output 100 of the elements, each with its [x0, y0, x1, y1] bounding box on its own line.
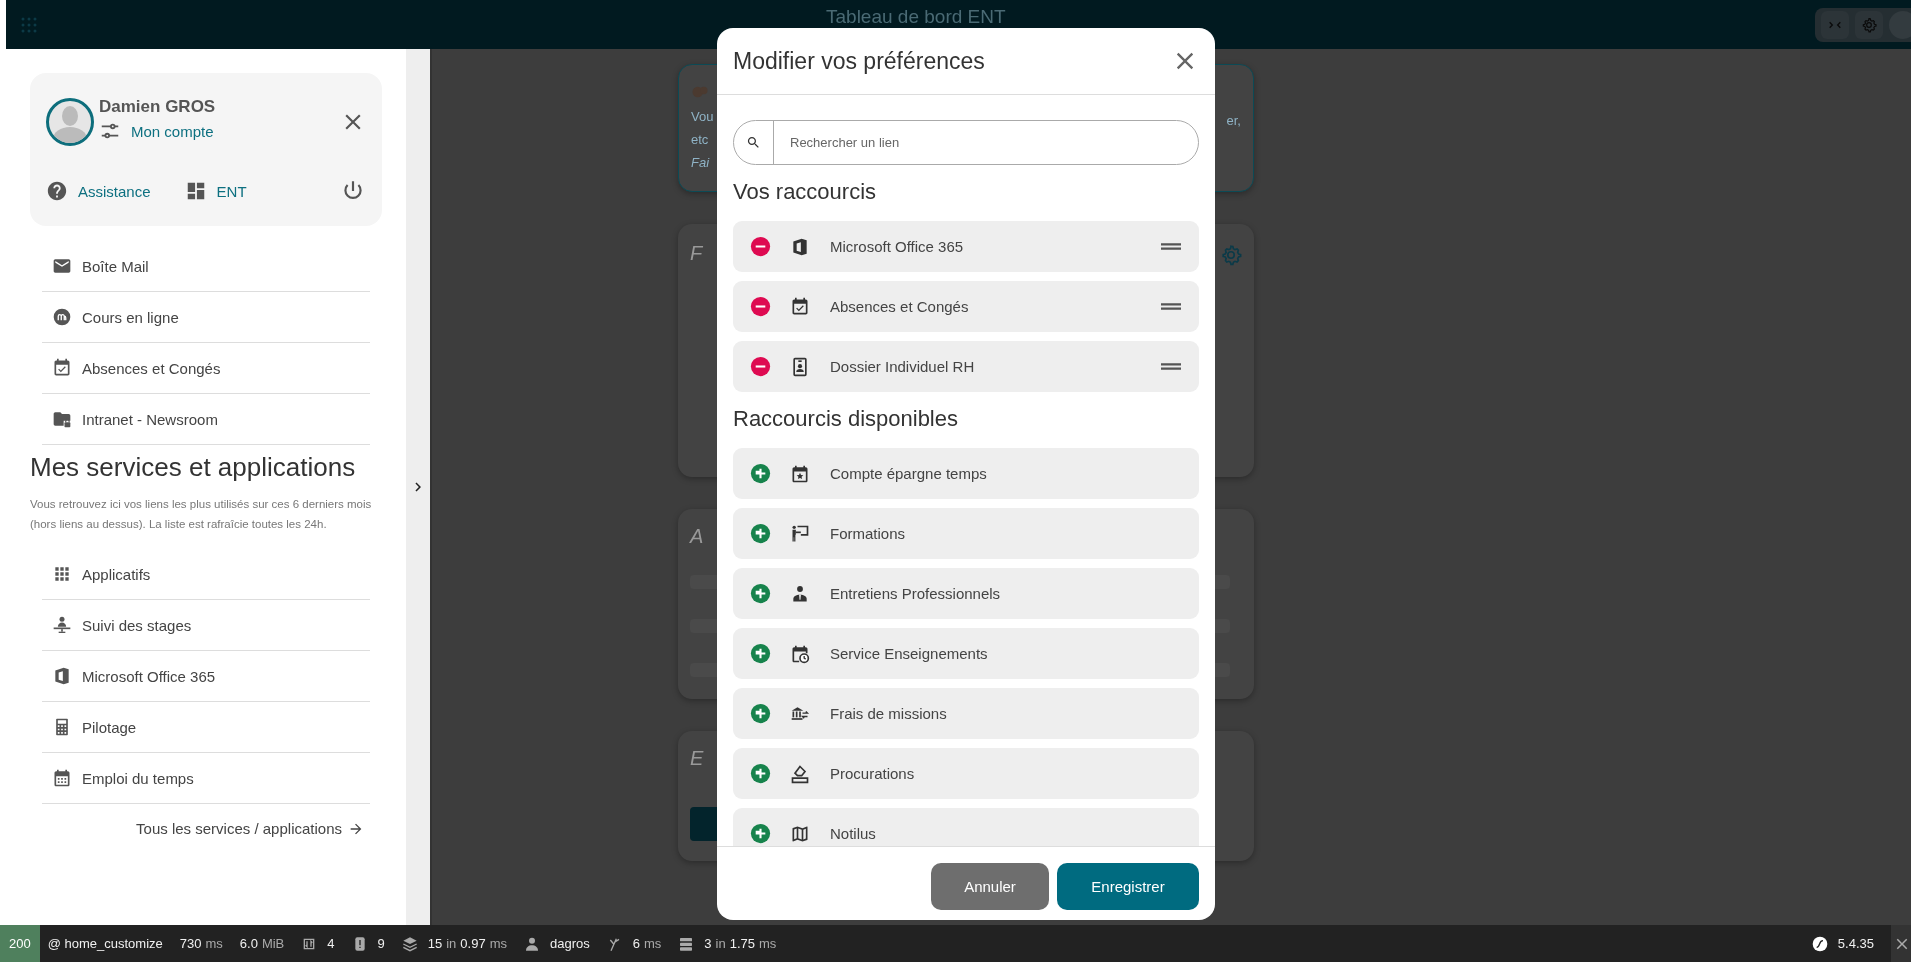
add-icon — [750, 763, 771, 784]
save-button[interactable]: Enregistrer — [1057, 863, 1199, 910]
card-heading: E — [690, 747, 705, 771]
shortcut-label: Procurations — [830, 765, 916, 782]
ballot-icon — [790, 763, 810, 784]
calendar-clock-icon — [790, 643, 810, 664]
remove-icon — [750, 296, 771, 317]
shortcut-label: Entretiens Professionnels — [830, 585, 1002, 602]
drag-handle-icon — [1161, 363, 1181, 370]
panel-icon — [790, 236, 810, 257]
section-heading: Vos raccourcis — [733, 178, 878, 206]
calendar-check-icon — [52, 358, 72, 378]
nav-link[interactable]: Suivi des stages — [42, 600, 370, 651]
add-button[interactable] — [750, 463, 771, 484]
shortcut-label: Compte épargne temps — [830, 465, 988, 482]
text-fragment: Fai — [691, 154, 711, 172]
section-heading: Raccourcis disponibles — [733, 405, 959, 433]
status-value: ms — [489, 936, 507, 951]
user-link[interactable]: ENT — [184, 180, 247, 202]
nav-link[interactable]: Emploi du temps — [42, 753, 370, 804]
m-circle-icon — [52, 307, 72, 327]
shortcut-label: Formations — [830, 525, 907, 542]
status-value: 0.97 — [460, 936, 486, 951]
shortcut-label: Notilus — [830, 825, 877, 842]
add-icon — [750, 523, 771, 544]
card-heading: A — [690, 525, 705, 549]
status-value: ms — [759, 936, 777, 951]
panel-icon — [52, 666, 72, 686]
person-desk-icon — [52, 615, 72, 635]
remove-icon — [750, 356, 771, 377]
status-value: 1.75 — [729, 936, 755, 951]
card-heading: F — [690, 242, 704, 266]
nav-link[interactable]: Microsoft Office 365 — [42, 651, 370, 702]
status-value: MiB — [261, 936, 285, 951]
add-button[interactable] — [750, 583, 771, 604]
remove-button[interactable] — [750, 296, 771, 317]
search-field[interactable]: Rechercher un lien — [733, 120, 1199, 165]
all-services-link[interactable]: Tous les services / applications — [136, 820, 364, 837]
grid-dots-icon — [20, 15, 38, 34]
add-icon — [750, 583, 771, 604]
shortcut-label: Dossier Individuel RH — [830, 358, 976, 375]
calendar-icon — [52, 768, 72, 788]
nav-link[interactable]: Applicatifs — [42, 549, 370, 600]
nav-link[interactable]: Cours en ligne — [42, 292, 370, 343]
status-value: 15 — [427, 936, 443, 951]
layers-icon — [401, 935, 418, 952]
folder-lock-icon — [52, 409, 72, 429]
nav-link[interactable]: Intranet - Newsroom — [42, 394, 370, 445]
add-button[interactable] — [750, 523, 771, 544]
calendar-star-icon — [790, 463, 810, 484]
person-tie-icon — [790, 583, 810, 604]
person-icon — [524, 935, 540, 952]
user-name: Damien GROS — [99, 97, 217, 117]
status-value: 730 — [179, 936, 202, 951]
status-value: ms — [644, 936, 662, 951]
dialog-title: Modifier vos préférences — [733, 47, 985, 75]
user-link[interactable]: Assistance — [46, 180, 151, 202]
remove-button[interactable] — [750, 236, 771, 257]
avatar — [46, 97, 94, 146]
text-fragment: etc — [691, 131, 710, 149]
drag-handle-icon — [1161, 243, 1181, 250]
search-icon — [746, 135, 761, 150]
calendar-check-icon — [790, 296, 810, 317]
shortcut-label: Microsoft Office 365 — [830, 238, 965, 255]
add-icon — [750, 823, 771, 844]
cancel-button[interactable]: Annuler — [931, 863, 1049, 910]
nav-link[interactable]: Pilotage — [42, 702, 370, 753]
shortcut-label: Service Enseignements — [830, 645, 989, 662]
shortcut-label: Frais de missions — [830, 705, 948, 722]
text-fragment: Vou — [691, 108, 714, 126]
remove-button[interactable] — [750, 356, 771, 377]
section-description: Vous retrouvez ici vos liens les plus utilisés sur ces 6 derniers mois (hors liens au dessus). La liste est rafraîcie toutes les 24h. — [30, 497, 373, 532]
version-label: 5.4.35 — [1837, 936, 1874, 951]
page-title: Tableau de bord ENT — [826, 6, 1006, 28]
add-button[interactable] — [750, 643, 771, 664]
envelope-icon — [52, 256, 72, 276]
status-value: in — [715, 936, 726, 951]
close-button[interactable] — [1891, 925, 1911, 962]
status-value: in — [446, 936, 457, 951]
drag-handle-icon — [1161, 303, 1181, 310]
add-icon — [750, 703, 771, 724]
sf-logo-icon — [1811, 935, 1828, 952]
add-icon — [750, 463, 771, 484]
status-value: 6 — [632, 936, 640, 951]
status-value: 9 — [377, 936, 385, 951]
nav-link[interactable]: Boîte Mail — [42, 241, 370, 292]
section-heading: Mes services et applications — [30, 451, 357, 483]
add-button[interactable] — [750, 763, 771, 784]
account-link[interactable]: Mon compte — [99, 120, 214, 142]
remove-icon — [750, 236, 771, 257]
nav-link[interactable]: Absences et Congés — [42, 343, 370, 394]
id-badge-icon — [790, 356, 810, 377]
text-fragment: er, — [1226, 112, 1241, 130]
status-value: @ home_customize — [47, 936, 163, 951]
presenter-icon — [790, 523, 810, 544]
status-value: 4 — [327, 936, 335, 951]
add-icon — [750, 643, 771, 664]
add-button[interactable] — [750, 703, 771, 724]
help-icon — [46, 180, 68, 202]
add-button[interactable] — [750, 823, 771, 844]
